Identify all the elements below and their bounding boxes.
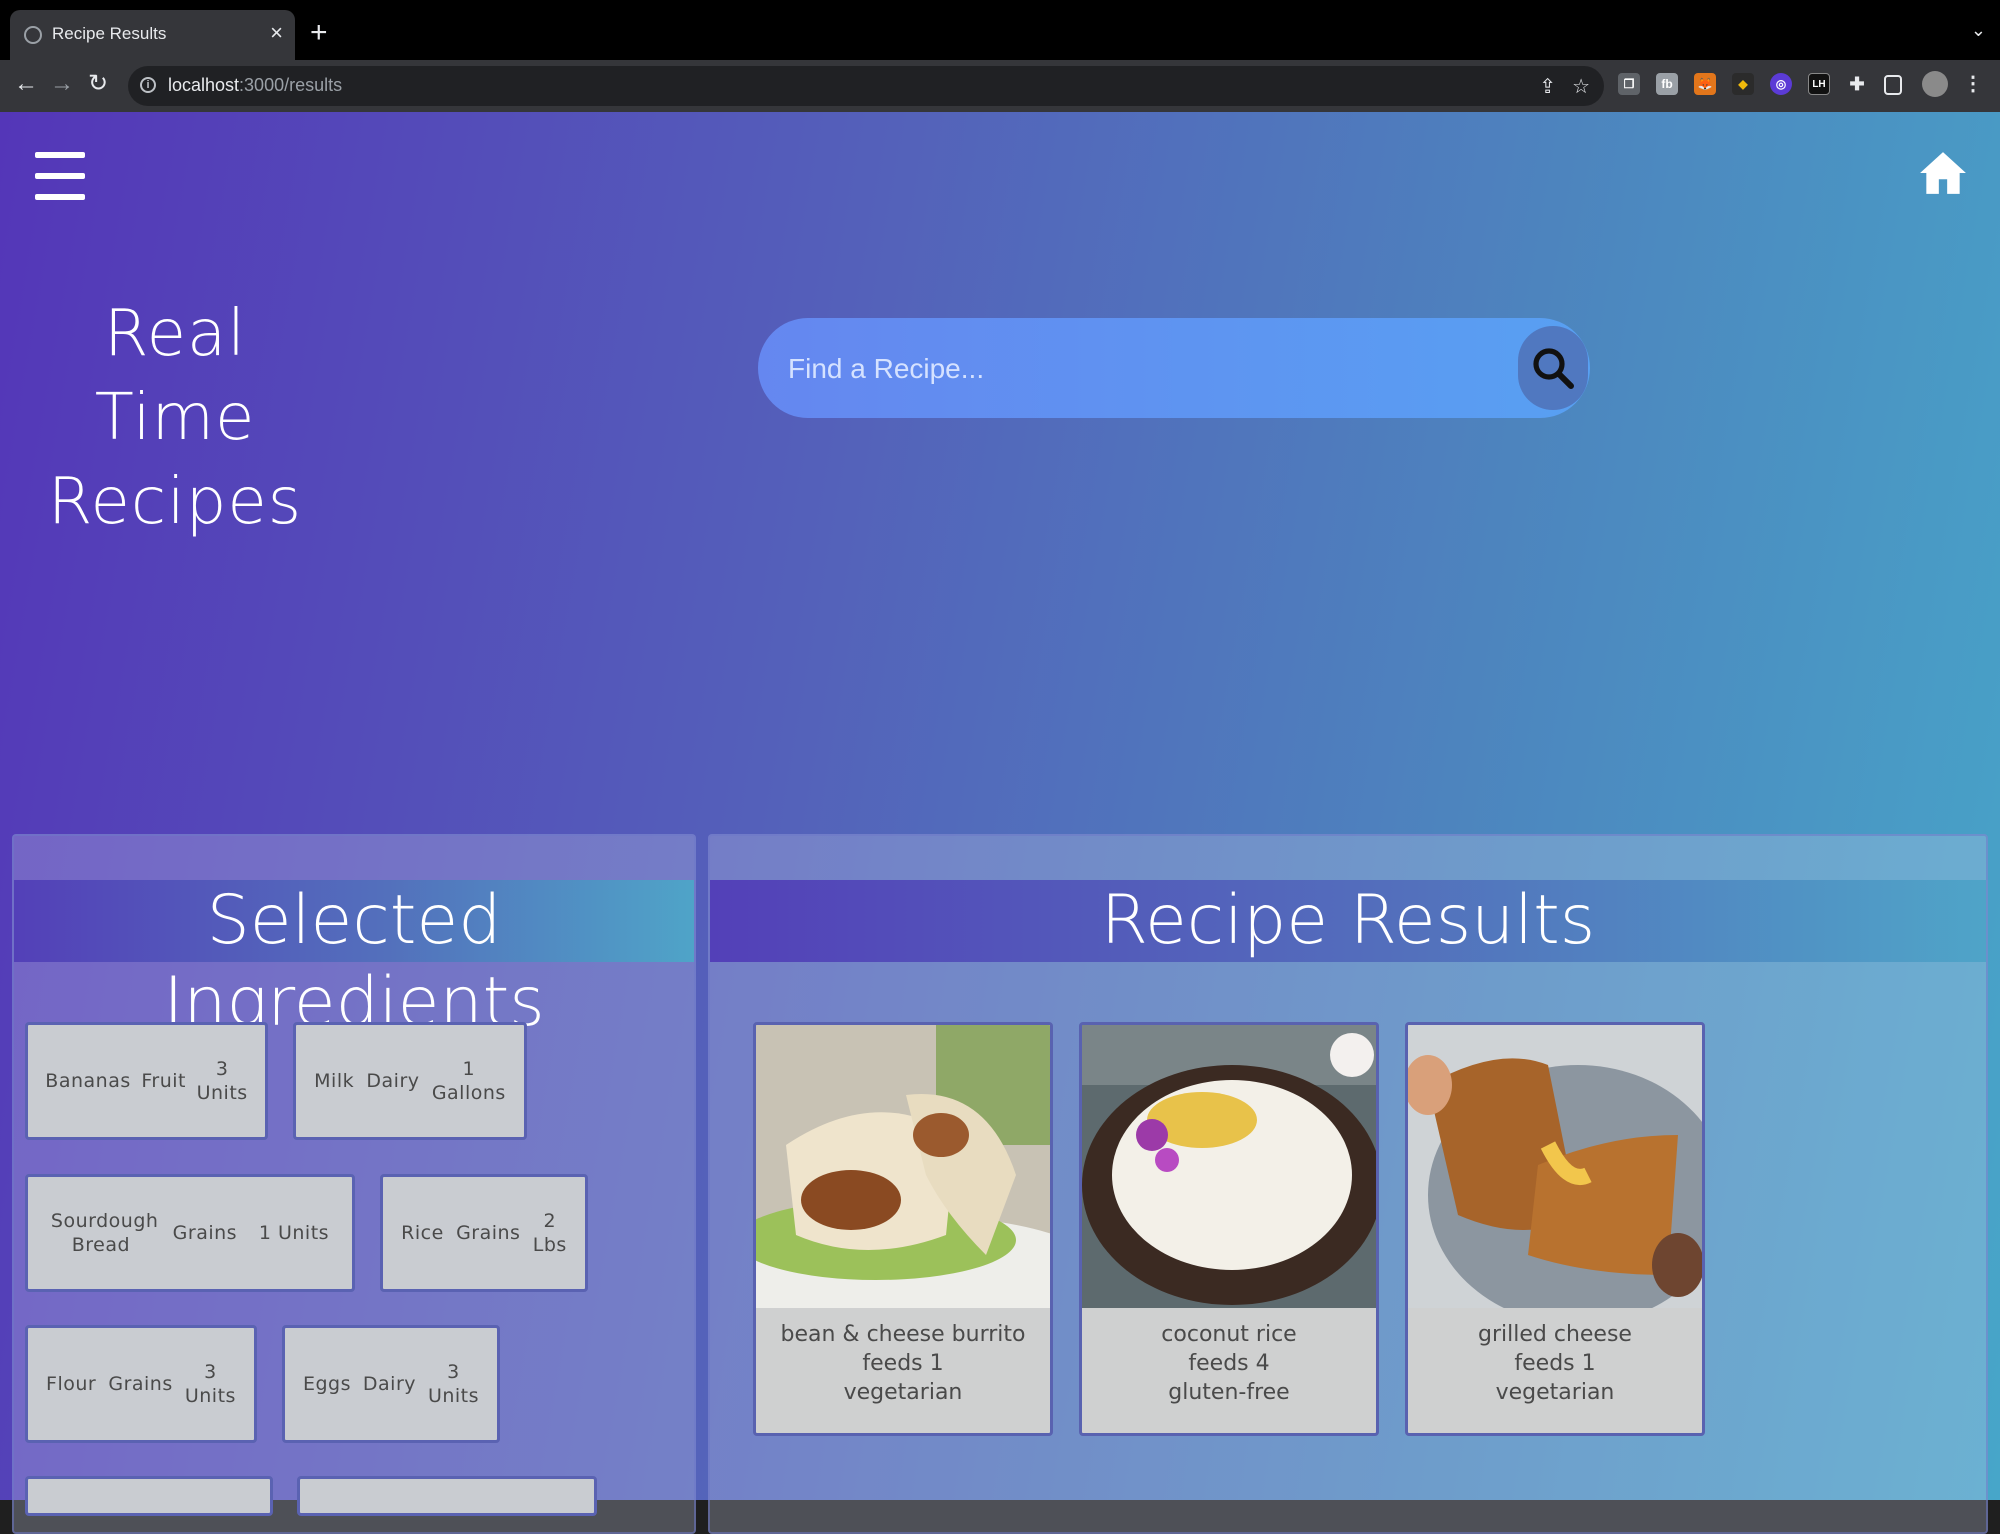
- ingredient-quantity: 1 Gallons: [432, 1057, 506, 1105]
- binance-extension-icon[interactable]: ◆: [1732, 73, 1754, 95]
- share-icon[interactable]: ⇪: [1539, 74, 1556, 99]
- ingredient-name: Bananas: [45, 1070, 131, 1092]
- ingredient-category: Grains: [172, 1222, 238, 1244]
- browser-toolbar: ← → ↻ i localhost:3000/results ⇪ ☆ ❐ fb …: [0, 60, 2000, 112]
- recipe-feeds: feeds 1: [1514, 1351, 1596, 1376]
- site-title-line2: Recipes: [47, 465, 303, 539]
- home-icon[interactable]: [1918, 148, 1968, 198]
- tab-title: Recipe Results: [52, 24, 167, 43]
- ingredient-chip-partial[interactable]: [297, 1476, 597, 1516]
- browser-tab-strip: Recipe Results × + ⌄: [0, 0, 2000, 60]
- copy-icon[interactable]: ❐: [1618, 73, 1640, 95]
- recipe-diet: vegetarian: [843, 1380, 963, 1405]
- ingredient-chip[interactable]: Eggs Dairy 3 Units: [282, 1325, 500, 1443]
- site-title: Real Time Recipes: [40, 292, 310, 544]
- lh-extension-icon[interactable]: LH: [1808, 73, 1830, 95]
- circle-extension-icon[interactable]: ◎: [1770, 73, 1792, 95]
- sidebar-icon[interactable]: [1884, 75, 1902, 95]
- ingredient-name: Flour: [46, 1373, 97, 1395]
- quantity-unit: Units: [427, 1385, 480, 1407]
- recipe-info: grilled cheese feeds 1 vegetarian: [1408, 1308, 1702, 1407]
- fox-extension-icon[interactable]: 🦊: [1694, 73, 1716, 95]
- url-path: :3000/results: [239, 75, 343, 95]
- quantity-value: 1 Units: [258, 1222, 330, 1244]
- forward-button[interactable]: →: [50, 72, 74, 96]
- ingredient-chip[interactable]: Rice Grains 2 Lbs: [380, 1174, 588, 1292]
- recipe-name: grilled cheese: [1478, 1322, 1632, 1347]
- recipe-card[interactable]: bean & cheese burrito feeds 1 vegetarian: [753, 1022, 1053, 1436]
- recipe-diet: gluten-free: [1168, 1380, 1290, 1405]
- site-title-line1: Real Time: [94, 297, 256, 455]
- ingredient-category: Dairy: [366, 1070, 420, 1092]
- quantity-unit: Gallons: [431, 1082, 506, 1104]
- recipe-photo-coconut-rice: [1082, 1025, 1376, 1308]
- recipe-search-bar: [758, 318, 1590, 418]
- url-host: localhost: [168, 75, 240, 95]
- recipe-feeds: feeds 1: [862, 1351, 944, 1376]
- ingredient-quantity: 1 Units: [259, 1221, 329, 1245]
- recipe-info: coconut rice feeds 4 gluten-free: [1082, 1308, 1376, 1407]
- quantity-unit: Units: [184, 1385, 236, 1407]
- ingredient-category: Dairy: [362, 1373, 417, 1395]
- site-info-icon[interactable]: i: [140, 77, 156, 93]
- browser-menu-icon[interactable]: ⋮: [1962, 73, 1984, 95]
- search-button[interactable]: [1518, 326, 1588, 410]
- profile-avatar[interactable]: [1922, 71, 1948, 97]
- ingredient-name: Sourdough Bread: [50, 1210, 159, 1256]
- globe-icon: [24, 26, 42, 44]
- reload-button[interactable]: ↻: [88, 72, 108, 96]
- quantity-value: 3: [215, 1058, 229, 1080]
- ingredient-category: Grains: [456, 1222, 521, 1244]
- recipe-name: bean & cheese burrito: [780, 1322, 1026, 1347]
- ingredient-name: Milk: [314, 1070, 355, 1092]
- quantity-unit: Lbs: [532, 1234, 567, 1256]
- new-tab-button[interactable]: +: [310, 18, 328, 48]
- recipe-feeds: feeds 4: [1188, 1351, 1270, 1376]
- browser-tab[interactable]: Recipe Results ×: [10, 10, 295, 60]
- ingredient-quantity: 2 Lbs: [533, 1209, 567, 1257]
- ingredient-chip[interactable]: Sourdough Bread Grains 1 Units: [25, 1174, 355, 1292]
- menu-icon[interactable]: [35, 152, 85, 202]
- back-button[interactable]: ←: [14, 72, 38, 96]
- recipe-results-heading: Recipe Results: [710, 880, 1986, 962]
- quantity-unit: Units: [196, 1082, 248, 1104]
- fb-extension-icon[interactable]: fb: [1656, 73, 1678, 95]
- recipe-photo-burrito: [756, 1025, 1050, 1308]
- puzzle-icon[interactable]: ✚: [1846, 73, 1868, 95]
- ingredient-chip[interactable]: Bananas Fruit 3 Units: [25, 1022, 268, 1140]
- ingredient-chip[interactable]: Flour Grains 3 Units: [25, 1325, 257, 1443]
- recipe-info: bean & cheese burrito feeds 1 vegetarian: [756, 1308, 1050, 1407]
- quantity-value: 1: [462, 1058, 476, 1080]
- bookmark-star-icon[interactable]: ☆: [1572, 74, 1590, 99]
- ingredient-quantity: 3 Units: [428, 1360, 479, 1408]
- ingredient-name: Eggs: [302, 1373, 351, 1395]
- recipe-card[interactable]: grilled cheese feeds 1 vegetarian: [1405, 1022, 1705, 1436]
- ingredient-quantity: 3 Units: [185, 1360, 236, 1408]
- quantity-value: 2: [543, 1210, 557, 1232]
- tab-search-chevron-icon[interactable]: ⌄: [1971, 20, 1986, 41]
- recipe-search-input[interactable]: [786, 346, 1490, 392]
- recipe-photo-grilled-cheese: [1408, 1025, 1702, 1308]
- close-tab-icon[interactable]: ×: [270, 22, 283, 44]
- ingredient-chip-partial[interactable]: [25, 1476, 273, 1516]
- ingredient-category: Fruit: [141, 1070, 186, 1092]
- quantity-value: 3: [204, 1361, 217, 1383]
- selected-ingredients-heading: Selected Ingredients: [14, 880, 694, 1042]
- quantity-value: 3: [447, 1361, 460, 1383]
- address-bar[interactable]: i localhost:3000/results ⇪ ☆: [128, 66, 1604, 106]
- ingredient-chip[interactable]: Milk Dairy 1 Gallons: [293, 1022, 527, 1140]
- ingredient-name: Rice: [401, 1222, 444, 1244]
- url-text[interactable]: localhost:3000/results: [168, 75, 342, 96]
- ingredient-category: Grains: [108, 1373, 173, 1395]
- recipe-name: coconut rice: [1161, 1322, 1297, 1347]
- recipe-card[interactable]: coconut rice feeds 4 gluten-free: [1079, 1022, 1379, 1436]
- ingredient-quantity: 3 Units: [197, 1057, 248, 1105]
- search-icon: [1533, 348, 1574, 389]
- recipe-diet: vegetarian: [1495, 1380, 1615, 1405]
